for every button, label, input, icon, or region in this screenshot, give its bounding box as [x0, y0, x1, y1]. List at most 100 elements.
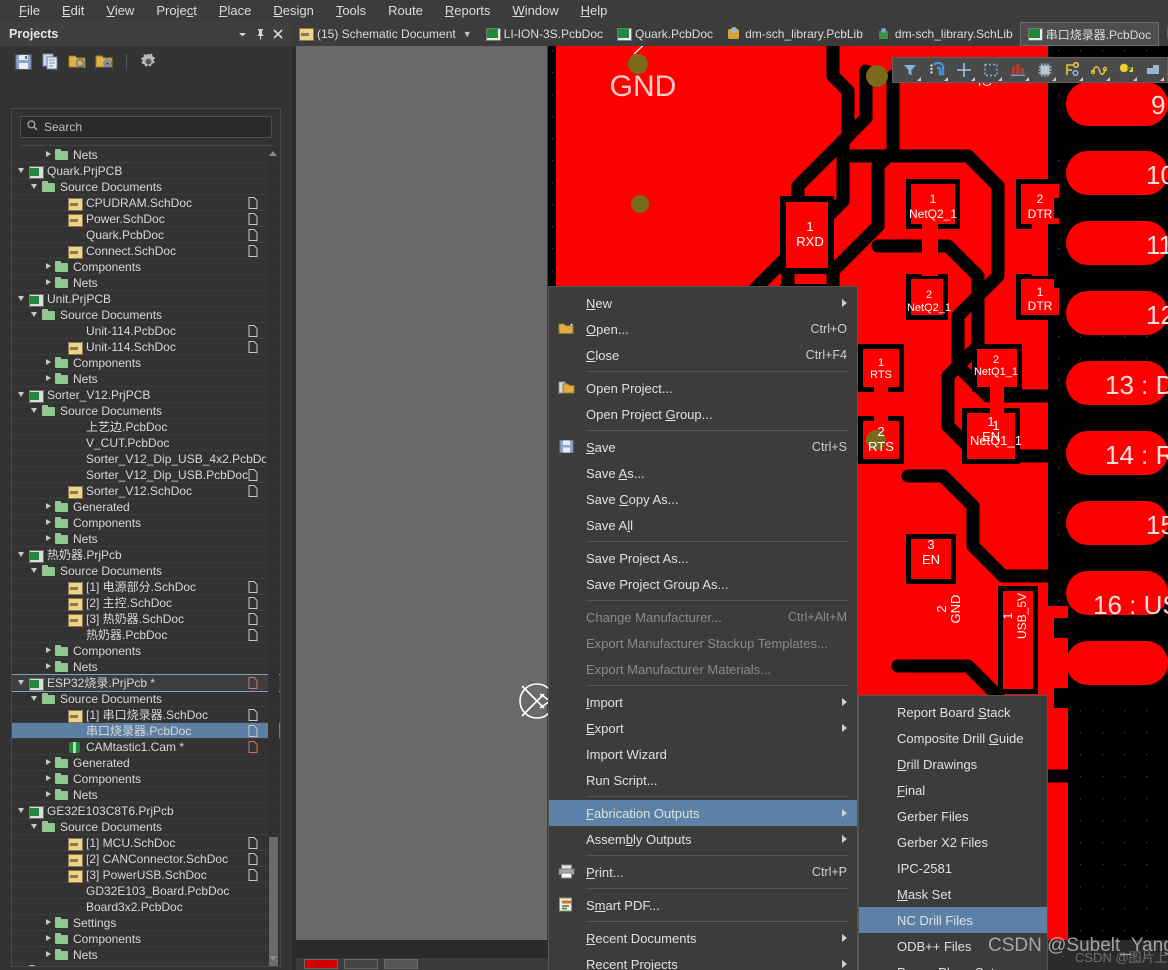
context-menu-item[interactable]: Recent Documents	[549, 925, 857, 951]
menu-item-design[interactable]: Design	[262, 1, 324, 21]
context-menu-item[interactable]: Import Wizard	[549, 741, 857, 767]
tree-row[interactable]: Quark.PrjPCB	[12, 163, 280, 179]
expand-arrow-icon[interactable]	[44, 374, 53, 383]
menu-item-view[interactable]: View	[95, 1, 145, 21]
collapse-arrow-icon[interactable]	[18, 166, 27, 175]
context-menu-item[interactable]: Save As...	[549, 460, 857, 486]
document-scrollbar[interactable]	[536, 46, 547, 940]
expand-arrow-icon[interactable]	[44, 502, 53, 511]
context-menu-item[interactable]: Print... Ctrl+P	[549, 859, 857, 885]
context-menu-item[interactable]: Run Script...	[549, 767, 857, 793]
tree-row[interactable]: [1] 串口烧录器.SchDoc	[12, 707, 280, 723]
tree-row[interactable]: 热奶器.PcbDoc	[12, 627, 280, 643]
submenu-item[interactable]: Composite Drill Guide	[859, 725, 1047, 751]
context-menu-item[interactable]: Import	[549, 689, 857, 715]
chevron-down-icon[interactable]	[234, 26, 250, 42]
tree-row[interactable]: 上艺边.PcbDoc	[12, 419, 280, 435]
tree-row[interactable]: Components	[12, 355, 280, 371]
project-tree-scrollbar[interactable]	[268, 147, 279, 966]
tree-row[interactable]: [3] PowerUSB.SchDoc	[12, 867, 280, 883]
context-menu-item[interactable]: Smart PDF...	[549, 892, 857, 918]
tree-row[interactable]: [2] CANConnector.SchDoc	[12, 851, 280, 867]
submenu-item[interactable]: Drill Drawings	[859, 751, 1047, 777]
tree-row[interactable]: Board3x2.PcbDoc	[12, 899, 280, 915]
panel-toolbar[interactable]	[0, 46, 292, 76]
tree-row[interactable]: Sorter_V12_Dip_USB.PcbDoc	[12, 467, 280, 483]
collapse-arrow-icon[interactable]	[18, 678, 27, 687]
gear-icon[interactable]	[139, 52, 158, 71]
tree-row[interactable]: Sorter_V12.PrjPCB	[12, 387, 280, 403]
document-tab[interactable]: (15) Schematic Document ▼	[292, 22, 479, 46]
menu-item-edit[interactable]: Edit	[51, 1, 95, 21]
tree-row[interactable]: [1] MCU.SchDoc	[12, 835, 280, 851]
context-menu-item[interactable]: Save Copy As...	[549, 486, 857, 512]
tree-row[interactable]: CPUDRAM.SchDoc	[12, 195, 280, 211]
menu-item-file[interactable]: File	[8, 1, 51, 21]
chevron-down-icon[interactable]: ▼	[463, 29, 472, 39]
selection-box-icon[interactable]	[979, 59, 1003, 81]
collapse-arrow-icon[interactable]	[18, 294, 27, 303]
tree-row[interactable]: Source Documents	[12, 563, 280, 579]
tree-row[interactable]: V_CUT.PcbDoc	[12, 435, 280, 451]
tree-row[interactable]: Nets	[12, 947, 280, 963]
tree-row[interactable]: Generated	[12, 755, 280, 771]
tree-row[interactable]: Components	[12, 259, 280, 275]
tree-row[interactable]: Nets	[12, 275, 280, 291]
copy-icon[interactable]	[41, 52, 60, 71]
tree-row[interactable]: ESP32烧录.PrjPcb *	[12, 674, 280, 692]
layer-tab-strip[interactable]	[296, 958, 548, 970]
document-tab[interactable]: dm-sch_library.SchLib	[870, 22, 1020, 46]
chip-icon[interactable]	[1033, 59, 1057, 81]
context-menu-item[interactable]: Fabrication Outputs	[549, 800, 857, 826]
tree-row[interactable]: Components	[12, 771, 280, 787]
differential-pair-icon[interactable]	[1087, 59, 1111, 81]
tree-row[interactable]: Nets	[12, 531, 280, 547]
expand-arrow-icon[interactable]	[44, 950, 53, 959]
submenu-item[interactable]: Power-Plane Set	[859, 959, 1047, 970]
tree-row[interactable]: Source Documents	[12, 691, 280, 707]
menu-item-tools[interactable]: Tools	[325, 1, 377, 21]
submenu-item[interactable]: Final	[859, 777, 1047, 803]
collapse-arrow-icon[interactable]	[18, 806, 27, 815]
context-menu-item[interactable]: Recent Projects	[549, 951, 857, 970]
expand-arrow-icon[interactable]	[44, 758, 53, 767]
context-menu-item[interactable]: Open... Ctrl+O	[549, 316, 857, 342]
menu-item-project[interactable]: Project	[145, 1, 207, 21]
collapse-arrow-icon[interactable]	[31, 822, 40, 831]
tree-row[interactable]: Generated	[12, 499, 280, 515]
submenu-item[interactable]: IPC-2581	[859, 855, 1047, 881]
highlight-icon[interactable]	[1114, 59, 1138, 81]
expand-arrow-icon[interactable]	[44, 918, 53, 927]
expand-arrow-icon[interactable]	[44, 534, 53, 543]
tree-row[interactable]: 串口烧录器.PcbDoc	[12, 723, 280, 739]
context-menu-item[interactable]: Assembly Outputs	[549, 826, 857, 852]
net-color-icon[interactable]	[1060, 59, 1084, 81]
collapse-arrow-icon[interactable]	[31, 566, 40, 575]
tree-row[interactable]: [3] 热奶器.SchDoc	[12, 611, 280, 627]
tree-row[interactable]: 热奶器.PrjPcb	[12, 547, 280, 563]
context-menu-item[interactable]: Export	[549, 715, 857, 741]
collapse-arrow-icon[interactable]	[31, 694, 40, 703]
expand-arrow-icon[interactable]	[44, 774, 53, 783]
tree-row[interactable]: Free Documents	[12, 963, 280, 966]
save-icon[interactable]	[14, 52, 33, 71]
context-menu-item[interactable]: New	[549, 290, 857, 316]
context-menu-item[interactable]: Save Ctrl+S	[549, 434, 857, 460]
submenu-item[interactable]: Mask Set	[859, 881, 1047, 907]
submenu-item[interactable]: NC Drill Files	[859, 907, 1047, 933]
menu-item-place[interactable]: Place	[208, 1, 263, 21]
tree-row[interactable]: GD32E103_Board.PcbDoc	[12, 883, 280, 899]
context-menu-item[interactable]: Close Ctrl+F4	[549, 342, 857, 368]
tree-row[interactable]: [2] 主控.SchDoc	[12, 595, 280, 611]
tree-row[interactable]: GE32E103C8T6.PrjPcb	[12, 803, 280, 819]
tree-row[interactable]: Components	[12, 931, 280, 947]
context-menu-item[interactable]: Open Project Group...	[549, 401, 857, 427]
layer-swatch-top[interactable]	[304, 959, 338, 969]
close-icon[interactable]	[270, 26, 286, 42]
menu-item-window[interactable]: Window	[501, 1, 569, 21]
submenu-item[interactable]: Gerber Files	[859, 803, 1047, 829]
tree-row[interactable]: [1] 电源部分.SchDoc	[12, 579, 280, 595]
tree-row[interactable]: Unit-114.SchDoc	[12, 339, 280, 355]
expand-arrow-icon[interactable]	[44, 662, 53, 671]
context-menu-item[interactable]: Save All	[549, 512, 857, 538]
